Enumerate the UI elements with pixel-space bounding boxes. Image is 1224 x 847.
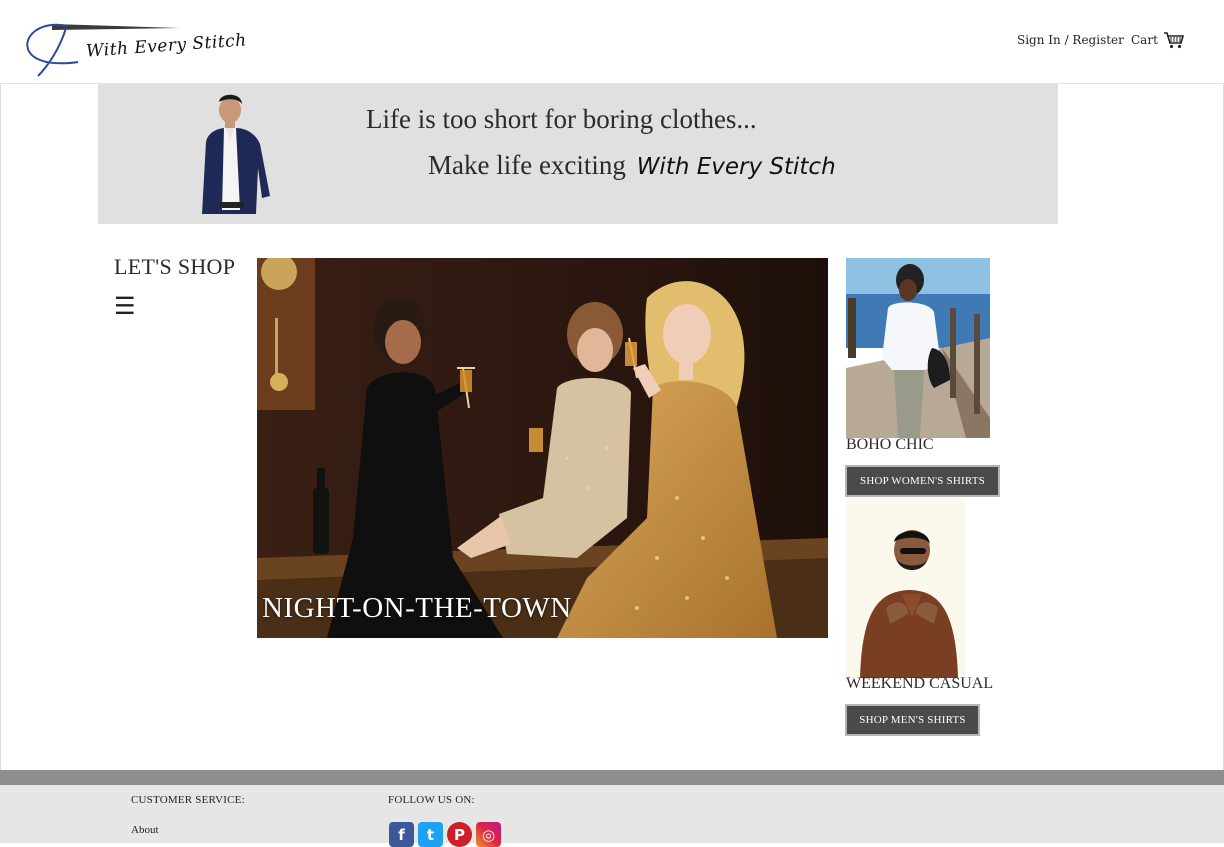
facebook-icon[interactable]: f bbox=[389, 822, 414, 847]
banner-tagline-2: Make life exciting With Every Stitch bbox=[428, 150, 836, 181]
cart-link[interactable]: Cart bbox=[1131, 31, 1185, 49]
instagram-icon[interactable]: ◎ bbox=[476, 822, 501, 847]
shop-mens-shirts-button[interactable]: SHOP MEN'S SHIRTS bbox=[845, 704, 980, 736]
hero-banner: Life is too short for boring clothes... … bbox=[98, 84, 1058, 224]
cart-label: Cart bbox=[1131, 33, 1158, 47]
weekend-casual-image[interactable] bbox=[846, 498, 965, 678]
night-on-the-town-image bbox=[257, 258, 828, 638]
footer-divider-bar bbox=[0, 770, 1224, 785]
banner-tagline-1: Life is too short for boring clothes... bbox=[366, 104, 757, 134]
banner-brand: With Every Stitch bbox=[636, 154, 836, 180]
pinterest-icon[interactable]: P bbox=[447, 822, 472, 847]
lets-shop-heading: LET'S SHOP bbox=[114, 254, 236, 279]
site-header: With Every Stitch Sign In / Register Car… bbox=[0, 0, 1224, 84]
hero-caption: NIGHT-ON-THE-TOWN bbox=[262, 592, 572, 624]
follow-us-heading: FOLLOW US ON: bbox=[388, 794, 475, 806]
signin-register-link[interactable]: Sign In / Register bbox=[1017, 33, 1124, 47]
weekend-casual-photo bbox=[846, 498, 965, 678]
promo-label-weekend-casual: WEEKEND CASUAL bbox=[846, 675, 994, 692]
shop-womens-shirts-button[interactable]: SHOP WOMEN'S SHIRTS bbox=[845, 465, 1000, 497]
site-footer: CUSTOMER SERVICE: FOLLOW US ON: About f … bbox=[0, 785, 1224, 847]
banner-tagline-2-text: Make life exciting bbox=[428, 150, 626, 180]
customer-service-heading: CUSTOMER SERVICE: bbox=[131, 794, 245, 806]
banner-model-image bbox=[202, 94, 270, 214]
boho-chic-photo bbox=[846, 258, 990, 438]
about-link[interactable]: About bbox=[131, 824, 159, 836]
twitter-icon[interactable]: t bbox=[418, 822, 443, 847]
promo-label-boho-chic: BOHO CHIC bbox=[846, 436, 934, 453]
boho-chic-image[interactable] bbox=[846, 258, 990, 438]
shopping-cart-icon bbox=[1163, 32, 1184, 49]
night-on-the-town-feature[interactable]: NIGHT-ON-THE-TOWN bbox=[257, 258, 828, 638]
site-logo[interactable]: With Every Stitch bbox=[20, 18, 247, 80]
hamburger-menu-icon[interactable]: ☰ bbox=[114, 294, 136, 318]
